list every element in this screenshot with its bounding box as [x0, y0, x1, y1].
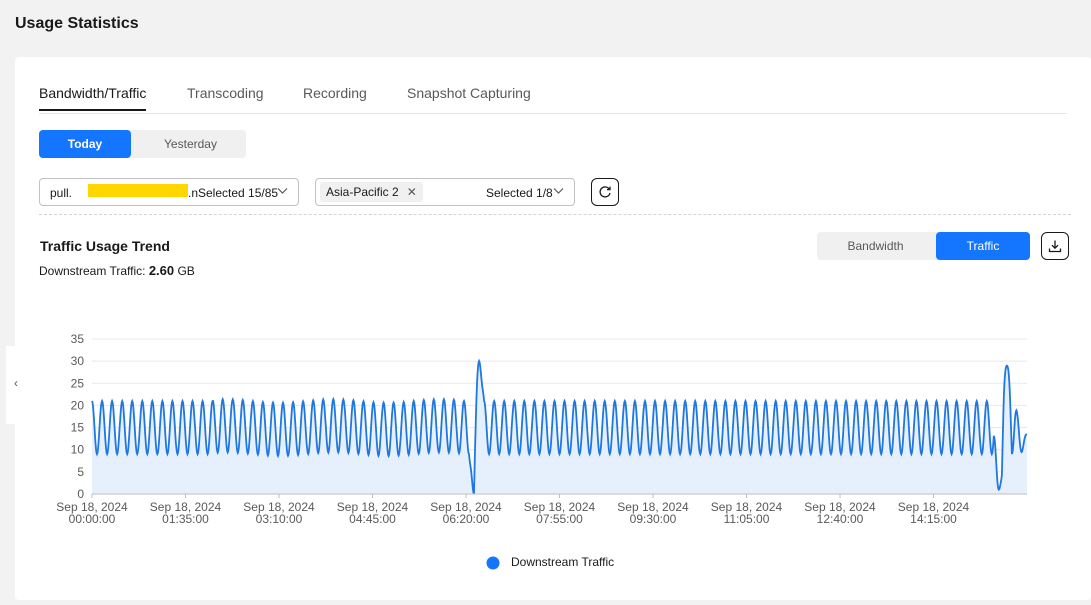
y-tick-label: 5	[77, 465, 84, 479]
y-tick-label: 25	[71, 376, 85, 390]
x-tick-label: 14:15:00	[910, 512, 957, 526]
x-tick-label: 09:30:00	[630, 512, 677, 526]
y-tick-label: 15	[71, 421, 85, 435]
legend-marker	[486, 556, 500, 570]
x-tick-label: 00:00:00	[69, 512, 116, 526]
x-tick-label: 07:55:00	[536, 512, 583, 526]
legend-label: Downstream Traffic	[511, 555, 614, 569]
x-tick-label: 12:40:00	[817, 512, 864, 526]
x-tick-label: 06:20:00	[443, 512, 490, 526]
y-tick-label: 30	[71, 354, 85, 368]
y-tick-label: 10	[71, 443, 85, 457]
page-title: Usage Statistics	[15, 15, 139, 32]
x-tick-label: 01:35:00	[162, 512, 209, 526]
y-tick-label: 20	[71, 398, 85, 412]
x-tick-label: 03:10:00	[256, 512, 303, 526]
x-tick-label: 04:45:00	[349, 512, 396, 526]
content-card: ‹ Bandwidth/Traffic Transcoding Recordin…	[6, 57, 1091, 600]
y-tick-label: 0	[77, 487, 84, 501]
x-tick-label: 11:05:00	[724, 512, 770, 526]
y-tick-label: 35	[71, 332, 85, 346]
traffic-chart: 05101520253035Sep 18, 202400:00:00Sep 18…	[56, 332, 1028, 570]
